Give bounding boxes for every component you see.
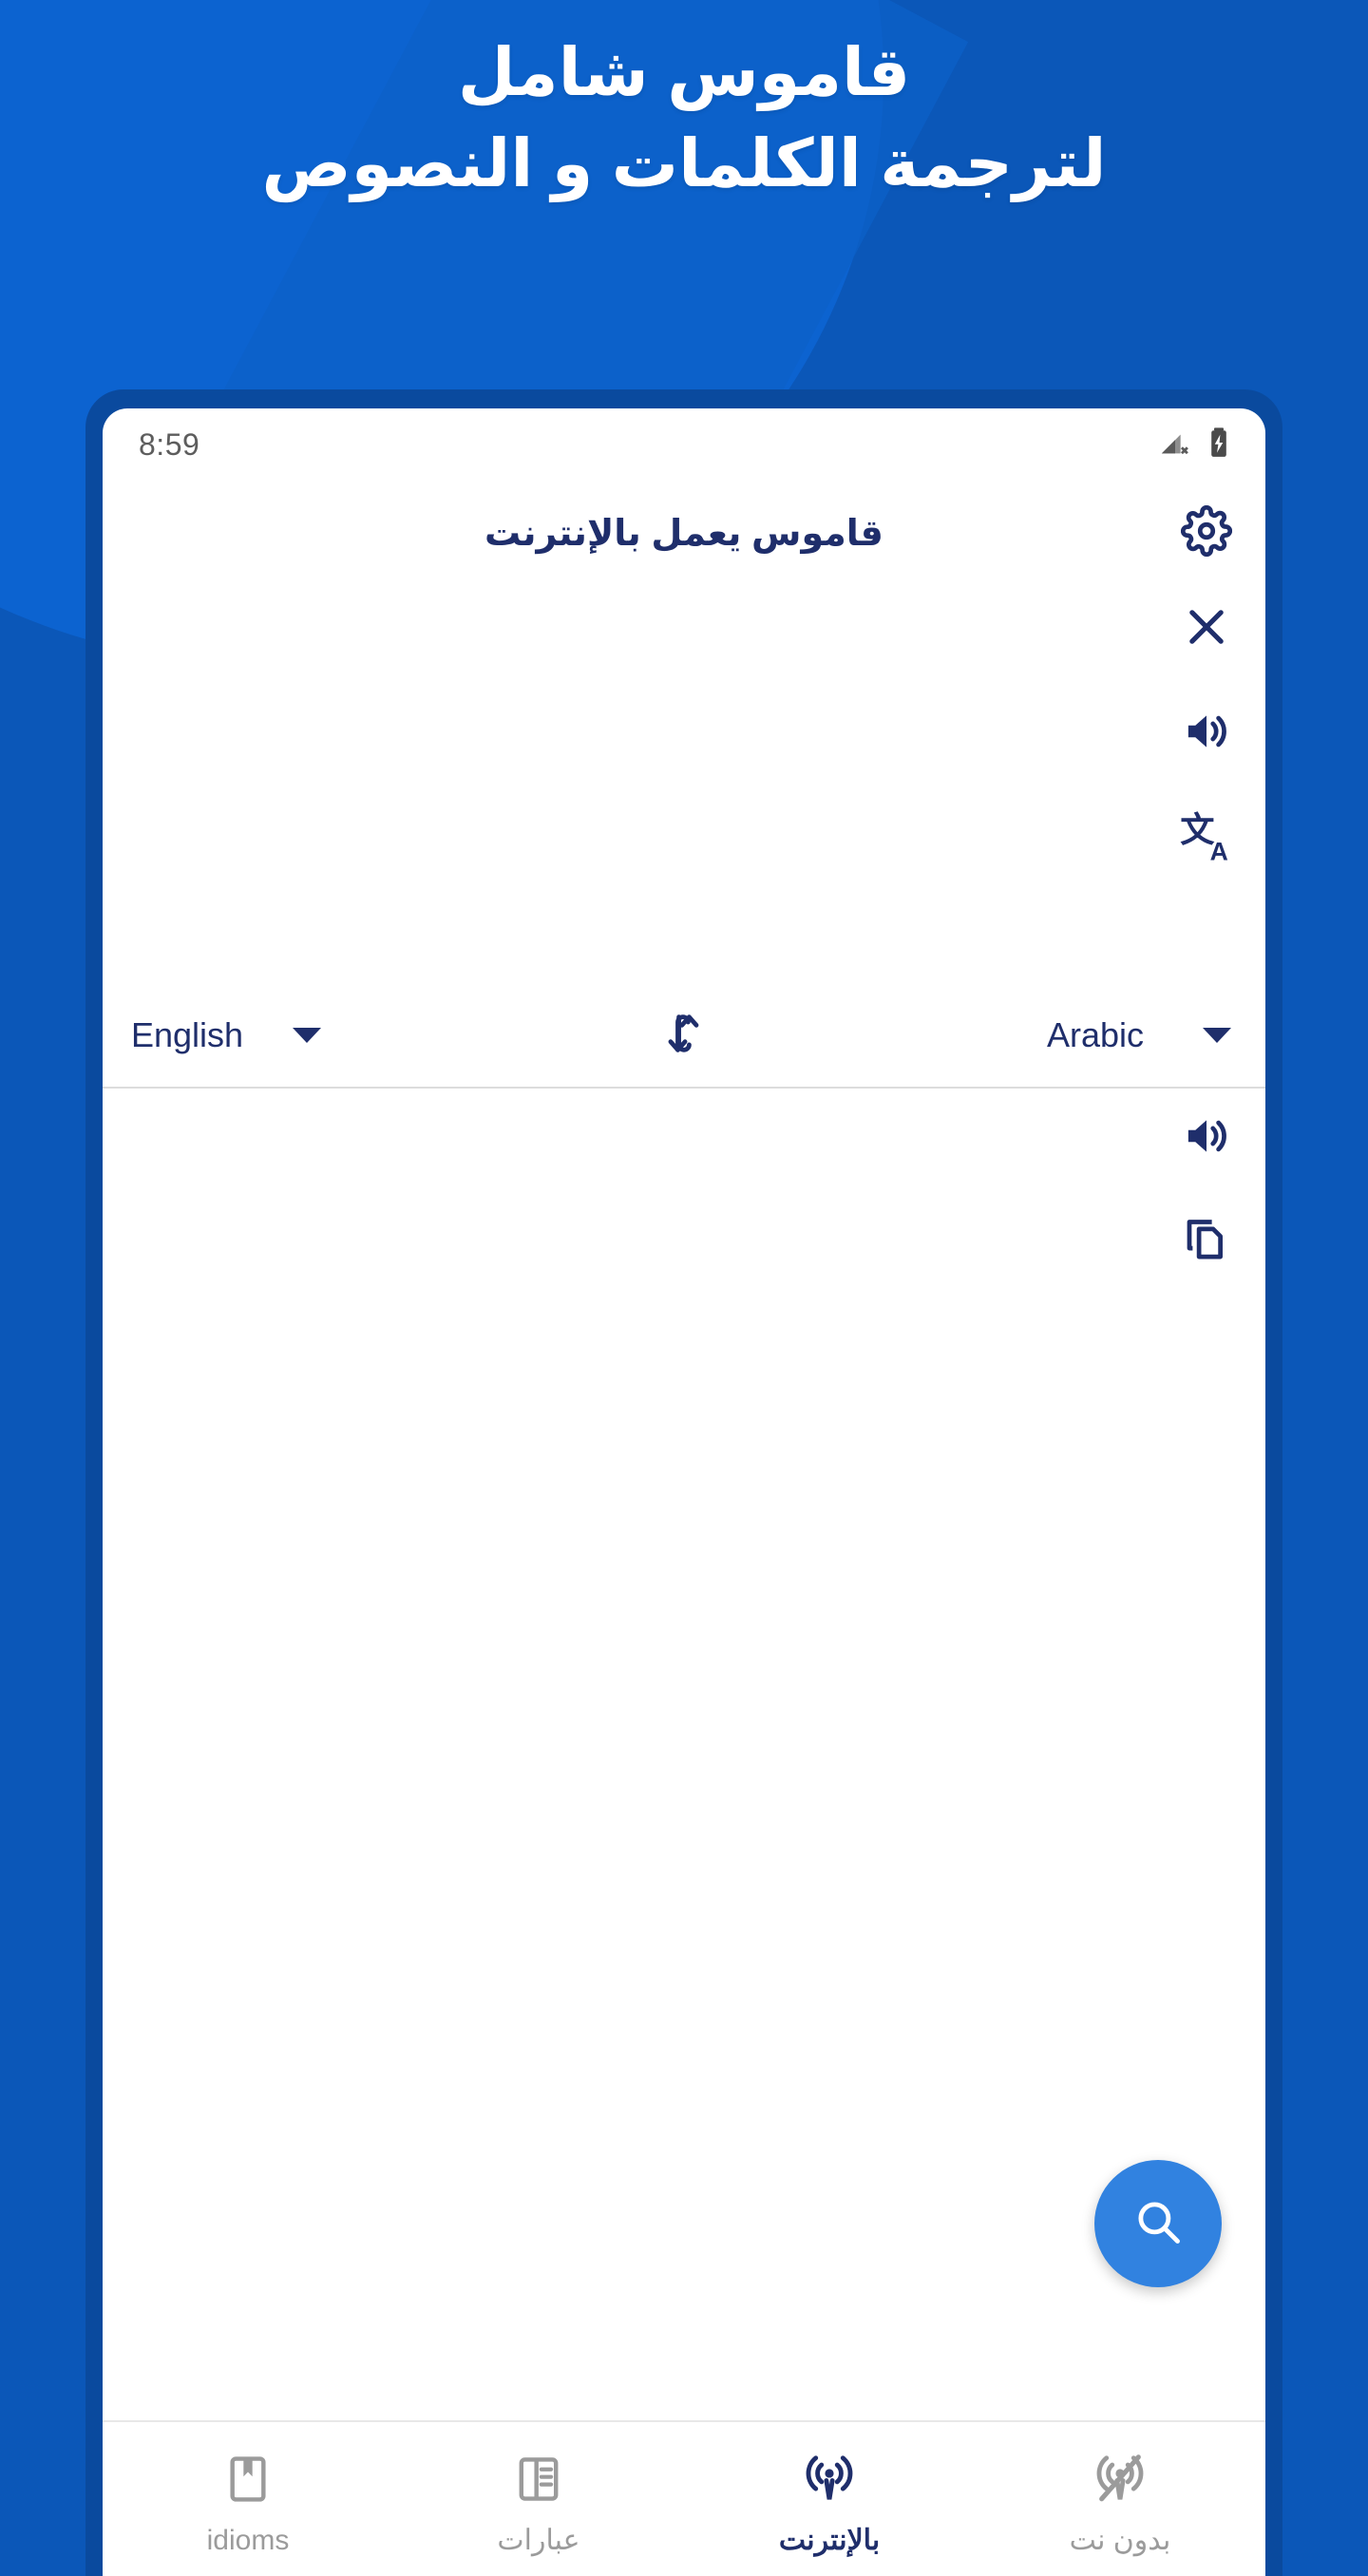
status-bar: 8:59 xyxy=(103,408,1265,481)
bookmark-book-icon xyxy=(221,2449,275,2510)
offline-signal-icon xyxy=(1092,2449,1148,2510)
nav-label-online: بالإنترنت xyxy=(778,2525,881,2556)
swap-languages-button[interactable] xyxy=(321,1009,1047,1063)
status-icons xyxy=(1159,426,1233,464)
search-fab[interactable] xyxy=(1094,2160,1222,2287)
signal-no-sim-icon xyxy=(1159,426,1191,464)
target-language-selector[interactable]: Arabic xyxy=(1047,1015,1231,1055)
copy-result-button[interactable] xyxy=(1176,1210,1237,1271)
chevron-down-icon xyxy=(1203,1028,1231,1043)
nav-item-online[interactable]: بالإنترنت xyxy=(684,2422,975,2576)
swap-vertical-icon xyxy=(659,1009,709,1063)
nav-label-phrases: عبارات xyxy=(497,2525,580,2556)
battery-charging-icon xyxy=(1205,426,1233,464)
nav-item-idioms[interactable]: idioms xyxy=(103,2422,393,2576)
chevron-down-icon xyxy=(293,1028,322,1043)
phone-frame: 8:59 قاموس يعمل بالإنترنت 文 A English Ar… xyxy=(86,389,1282,2576)
speak-source-button[interactable] xyxy=(1176,703,1237,764)
phone-screen: 8:59 قاموس يعمل بالإنترنت 文 A English Ar… xyxy=(103,408,1265,2576)
app-bar-title: قاموس يعمل بالإنترنت xyxy=(484,513,884,554)
source-language-selector[interactable]: English xyxy=(131,1015,322,1055)
promo-headline: قاموس شامل لترجمة الكلمات و النصوص xyxy=(0,27,1368,209)
clear-button[interactable] xyxy=(1176,598,1237,659)
promo-background: قاموس شامل لترجمة الكلمات و النصوص 8:59 xyxy=(0,0,1368,2576)
source-actions: 文 A xyxy=(1176,598,1237,868)
source-text-input[interactable] xyxy=(141,604,1142,927)
speak-result-button[interactable] xyxy=(1176,1108,1237,1168)
search-icon xyxy=(1130,2194,1186,2254)
source-panel: 文 A xyxy=(103,585,1265,984)
target-language-label: Arabic xyxy=(1046,1015,1144,1054)
nav-label-offline: بدون نت xyxy=(1069,2525,1171,2556)
headline-line-1: قاموس شامل xyxy=(457,35,911,109)
source-language-label: English xyxy=(131,1015,244,1054)
translate-icon: 文 A xyxy=(1179,808,1234,868)
phrases-book-icon xyxy=(512,2449,565,2510)
bottom-navigation: idioms عبارات بالإنترنت بدون نت xyxy=(103,2420,1265,2576)
status-time: 8:59 xyxy=(139,426,200,462)
gear-icon xyxy=(1180,504,1233,561)
close-icon xyxy=(1182,602,1231,656)
headline-line-2: لترجمة الكلمات و النصوص xyxy=(261,126,1107,200)
nav-label-idioms: idioms xyxy=(206,2525,290,2556)
result-panel xyxy=(103,1089,1265,2420)
nav-item-offline[interactable]: بدون نت xyxy=(975,2422,1265,2576)
svg-text:A: A xyxy=(1210,837,1228,863)
volume-up-icon xyxy=(1181,1110,1232,1166)
app-bar: قاموس يعمل بالإنترنت xyxy=(103,481,1265,585)
language-selector-row: English Arabic xyxy=(103,984,1265,1089)
online-signal-icon xyxy=(802,2449,857,2510)
volume-up-icon xyxy=(1181,706,1232,762)
nav-item-phrases[interactable]: عبارات xyxy=(393,2422,684,2576)
settings-button[interactable] xyxy=(1176,502,1237,563)
copy-icon xyxy=(1181,1213,1232,1269)
translate-button[interactable]: 文 A xyxy=(1176,807,1237,868)
result-actions xyxy=(1176,1108,1237,1271)
